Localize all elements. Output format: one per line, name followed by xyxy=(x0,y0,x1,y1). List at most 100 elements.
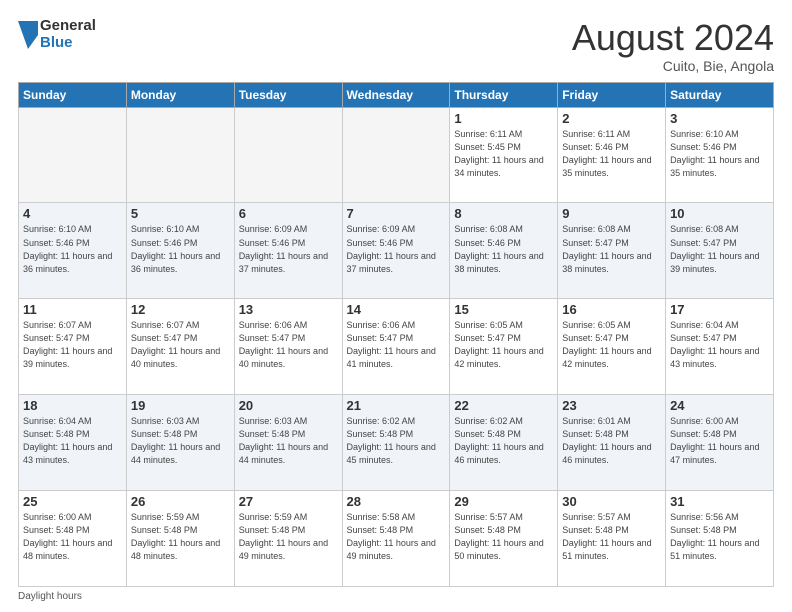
day-number: 10 xyxy=(670,206,769,221)
day-info: Sunrise: 6:10 AMSunset: 5:46 PMDaylight:… xyxy=(670,128,769,180)
calendar-week-row: 18Sunrise: 6:04 AMSunset: 5:48 PMDayligh… xyxy=(19,395,774,491)
day-info: Sunrise: 6:09 AMSunset: 5:46 PMDaylight:… xyxy=(239,223,338,275)
title-block: August 2024 Cuito, Bie, Angola xyxy=(572,18,774,74)
day-info: Sunrise: 5:59 AMSunset: 5:48 PMDaylight:… xyxy=(239,511,338,563)
calendar-day-cell: 3Sunrise: 6:10 AMSunset: 5:46 PMDaylight… xyxy=(666,107,774,203)
calendar-day-cell: 11 Sunrise: 6:07 AMSunset: 5:47 PMDayligh… xyxy=(19,299,127,395)
day-info: Sunrise: 6:01 AMSunset: 5:48 PMDaylight:… xyxy=(562,415,661,467)
day-number: 28 xyxy=(347,494,446,509)
day-info: Sunrise: 6:04 AMSunset: 5:47 PMDaylight:… xyxy=(670,319,769,371)
calendar-day-cell: 16 Sunrise: 6:05 AMSunset: 5:47 PMDayligh… xyxy=(558,299,666,395)
day-info: Sunrise: 6:00 AMSunset: 5:48 PMDaylight:… xyxy=(23,511,122,563)
day-info: Sunrise: 6:11 AMSunset: 5:45 PMDaylight:… xyxy=(454,128,553,180)
calendar-day-cell: 5Sunrise: 6:10 AMSunset: 5:46 PMDaylight… xyxy=(126,203,234,299)
logo: General Blue xyxy=(18,18,96,51)
calendar-week-row: 25 Sunrise: 6:00 AMSunset: 5:48 PMDayligh… xyxy=(19,491,774,587)
day-info: Sunrise: 6:05 AMSunset: 5:47 PMDaylight:… xyxy=(454,319,553,371)
calendar-day-header: Wednesday xyxy=(342,82,450,107)
day-info: Sunrise: 6:05 AMSunset: 5:47 PMDaylight:… xyxy=(562,319,661,371)
day-number: 4 xyxy=(23,206,122,221)
calendar-day-cell: 22 Sunrise: 6:02 AMSunset: 5:48 PMDayligh… xyxy=(450,395,558,491)
calendar-day-cell: 7 Sunrise: 6:09 AMSunset: 5:46 PMDaylight… xyxy=(342,203,450,299)
day-number: 13 xyxy=(239,302,338,317)
calendar-day-cell: 4Sunrise: 6:10 AMSunset: 5:46 PMDaylight… xyxy=(19,203,127,299)
day-info: Sunrise: 6:02 AMSunset: 5:48 PMDaylight:… xyxy=(454,415,553,467)
day-number: 12 xyxy=(131,302,230,317)
calendar-day-cell xyxy=(234,107,342,203)
calendar-day-cell: 27Sunrise: 5:59 AMSunset: 5:48 PMDayligh… xyxy=(234,491,342,587)
day-number: 31 xyxy=(670,494,769,509)
calendar-day-cell: 19 Sunrise: 6:03 AMSunset: 5:48 PMDayligh… xyxy=(126,395,234,491)
day-number: 21 xyxy=(347,398,446,413)
calendar-day-cell: 20Sunrise: 6:03 AMSunset: 5:48 PMDayligh… xyxy=(234,395,342,491)
calendar-day-cell: 8 Sunrise: 6:08 AMSunset: 5:46 PMDaylight… xyxy=(450,203,558,299)
day-info: Sunrise: 5:59 AMSunset: 5:48 PMDaylight:… xyxy=(131,511,230,563)
calendar-day-cell: 17 Sunrise: 6:04 AMSunset: 5:47 PMDayligh… xyxy=(666,299,774,395)
day-info: Sunrise: 6:10 AMSunset: 5:46 PMDaylight:… xyxy=(131,223,230,275)
calendar-day-cell xyxy=(342,107,450,203)
calendar-day-cell: 23 Sunrise: 6:01 AMSunset: 5:48 PMDayligh… xyxy=(558,395,666,491)
calendar-week-row: 1 Sunrise: 6:11 AMSunset: 5:45 PMDaylight… xyxy=(19,107,774,203)
day-info: Sunrise: 6:06 AMSunset: 5:47 PMDaylight:… xyxy=(347,319,446,371)
logo-general: General xyxy=(40,18,96,35)
day-number: 30 xyxy=(562,494,661,509)
page: General Blue August 2024 Cuito, Bie, Ang… xyxy=(0,0,792,612)
day-info: Sunrise: 6:08 AMSunset: 5:47 PMDaylight:… xyxy=(670,223,769,275)
day-number: 8 xyxy=(454,206,553,221)
calendar-day-cell: 13Sunrise: 6:06 AMSunset: 5:47 PMDayligh… xyxy=(234,299,342,395)
calendar-day-cell: 1 Sunrise: 6:11 AMSunset: 5:45 PMDaylight… xyxy=(450,107,558,203)
day-info: Sunrise: 5:57 AMSunset: 5:48 PMDaylight:… xyxy=(454,511,553,563)
calendar-day-cell: 24Sunrise: 6:00 AMSunset: 5:48 PMDayligh… xyxy=(666,395,774,491)
logo-blue: Blue xyxy=(40,35,96,52)
calendar-day-header: Tuesday xyxy=(234,82,342,107)
day-info: Sunrise: 5:56 AMSunset: 5:48 PMDaylight:… xyxy=(670,511,769,563)
day-number: 14 xyxy=(347,302,446,317)
day-number: 22 xyxy=(454,398,553,413)
calendar-day-cell: 21 Sunrise: 6:02 AMSunset: 5:48 PMDayligh… xyxy=(342,395,450,491)
header: General Blue August 2024 Cuito, Bie, Ang… xyxy=(18,18,774,74)
day-number: 20 xyxy=(239,398,338,413)
calendar-week-row: 11 Sunrise: 6:07 AMSunset: 5:47 PMDayligh… xyxy=(19,299,774,395)
calendar-day-cell xyxy=(126,107,234,203)
day-number: 25 xyxy=(23,494,122,509)
calendar-day-header: Monday xyxy=(126,82,234,107)
day-number: 18 xyxy=(23,398,122,413)
day-number: 16 xyxy=(562,302,661,317)
calendar-day-cell: 28 Sunrise: 5:58 AMSunset: 5:48 PMDayligh… xyxy=(342,491,450,587)
day-info: Sunrise: 6:09 AMSunset: 5:46 PMDaylight:… xyxy=(347,223,446,275)
calendar-day-header: Saturday xyxy=(666,82,774,107)
calendar-day-cell: 12 Sunrise: 6:07 AMSunset: 5:47 PMDayligh… xyxy=(126,299,234,395)
day-number: 2 xyxy=(562,111,661,126)
day-number: 19 xyxy=(131,398,230,413)
day-number: 15 xyxy=(454,302,553,317)
day-info: Sunrise: 6:03 AMSunset: 5:48 PMDaylight:… xyxy=(131,415,230,467)
day-info: Sunrise: 5:58 AMSunset: 5:48 PMDaylight:… xyxy=(347,511,446,563)
day-number: 7 xyxy=(347,206,446,221)
day-number: 24 xyxy=(670,398,769,413)
day-info: Sunrise: 6:07 AMSunset: 5:47 PMDaylight:… xyxy=(23,319,122,371)
day-number: 29 xyxy=(454,494,553,509)
day-number: 11 xyxy=(23,302,122,317)
day-info: Sunrise: 5:57 AMSunset: 5:48 PMDaylight:… xyxy=(562,511,661,563)
day-info: Sunrise: 6:02 AMSunset: 5:48 PMDaylight:… xyxy=(347,415,446,467)
calendar-day-cell: 14 Sunrise: 6:06 AMSunset: 5:47 PMDayligh… xyxy=(342,299,450,395)
day-info: Sunrise: 6:11 AMSunset: 5:46 PMDaylight:… xyxy=(562,128,661,180)
day-number: 23 xyxy=(562,398,661,413)
calendar-day-cell: 15 Sunrise: 6:05 AMSunset: 5:47 PMDayligh… xyxy=(450,299,558,395)
daylight-label: Daylight hours xyxy=(18,591,82,602)
calendar-day-cell: 30 Sunrise: 5:57 AMSunset: 5:48 PMDayligh… xyxy=(558,491,666,587)
calendar-week-row: 4 Sunrise: 6:10 AMSunset: 5:46 PMDaylight… xyxy=(19,203,774,299)
calendar-header-row: SundayMondayTuesdayWednesdayThursdayFrid… xyxy=(19,82,774,107)
day-number: 17 xyxy=(670,302,769,317)
calendar-day-header: Friday xyxy=(558,82,666,107)
calendar-day-cell: 6Sunrise: 6:09 AMSunset: 5:46 PMDaylight… xyxy=(234,203,342,299)
calendar-day-cell xyxy=(19,107,127,203)
day-number: 1 xyxy=(454,111,553,126)
subtitle: Cuito, Bie, Angola xyxy=(572,58,774,74)
calendar-day-cell: 18Sunrise: 6:04 AMSunset: 5:48 PMDayligh… xyxy=(19,395,127,491)
calendar-day-cell: 26Sunrise: 5:59 AMSunset: 5:48 PMDayligh… xyxy=(126,491,234,587)
day-info: Sunrise: 6:07 AMSunset: 5:47 PMDaylight:… xyxy=(131,319,230,371)
day-info: Sunrise: 6:08 AMSunset: 5:46 PMDaylight:… xyxy=(454,223,553,275)
calendar-day-cell: 25 Sunrise: 6:00 AMSunset: 5:48 PMDayligh… xyxy=(19,491,127,587)
calendar-day-cell: 31 Sunrise: 5:56 AMSunset: 5:48 PMDayligh… xyxy=(666,491,774,587)
